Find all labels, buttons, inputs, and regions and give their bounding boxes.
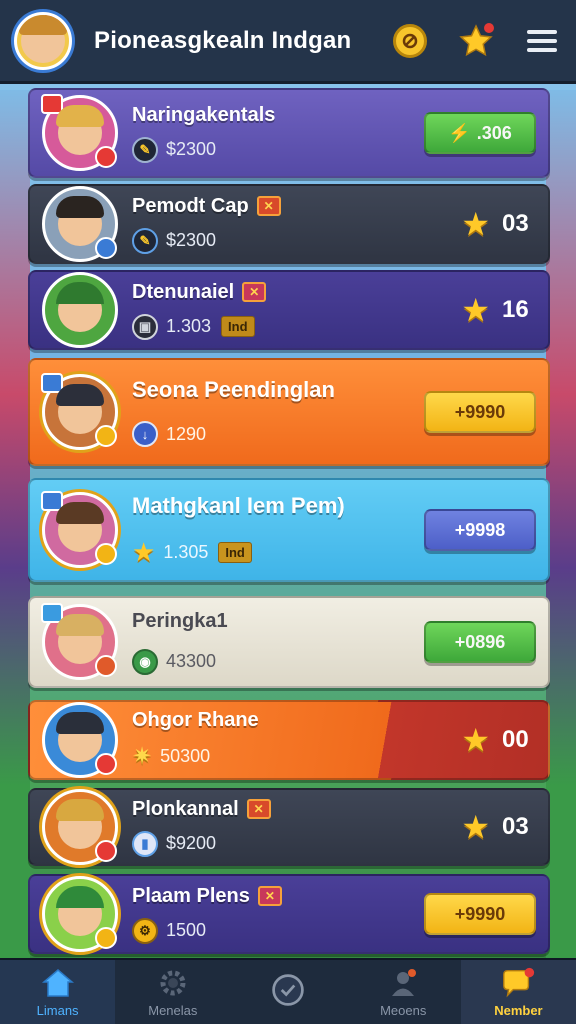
lightning-icon: ⚡ <box>448 122 471 143</box>
player-value: 1500 <box>166 920 207 940</box>
player-portrait <box>42 702 118 778</box>
list-item[interactable]: Pemodt Cap ✕ ✎ $2300 ★ 03 <box>28 184 550 264</box>
check-circle-icon <box>270 974 306 1006</box>
player-portrait <box>41 603 118 680</box>
list-item[interactable]: Plaam Plens ✕ ⚙ 1500 +9990 <box>28 874 550 954</box>
star-icon: ★ <box>132 536 156 567</box>
player-portrait <box>41 94 118 171</box>
chat-badge-icon <box>500 967 536 999</box>
player-value: $2300 <box>166 230 217 250</box>
player-portrait <box>42 272 118 348</box>
player-name: Peringka1 <box>132 609 228 632</box>
flag-icon: ✕ <box>257 886 282 906</box>
list-item[interactable]: Mathgkanl Iem Pem) ★ 1.305 Ind +9998 <box>28 478 550 582</box>
player-name: Ohgor Rhane <box>132 709 259 731</box>
list-item[interactable]: Seona Peendinglan ↓ 1290 +9990 <box>28 358 550 466</box>
list-item[interactable]: Plonkannal ✕ ▮ $9200 ★ 03 <box>28 788 550 866</box>
action-button[interactable]: +9990 <box>424 391 536 433</box>
medal-icon: ⚙ <box>132 917 158 944</box>
nav-item-member[interactable]: Nember <box>460 960 576 1024</box>
player-value: $9200 <box>166 833 217 853</box>
gear-icon <box>155 967 191 999</box>
star-score: ★ 16 <box>461 292 529 328</box>
team-chip: Ind <box>218 541 252 563</box>
card-icon: ▮ <box>132 830 158 857</box>
star-icon: ★ <box>461 206 490 242</box>
player-name: Dtenunaiel <box>132 280 235 303</box>
player-value: $2300 <box>166 139 217 159</box>
stadium-right-decor <box>546 90 576 960</box>
nav-item-home[interactable]: Limans <box>0 960 116 1024</box>
action-button[interactable]: +9990 <box>424 893 536 935</box>
notification-dot <box>482 20 496 35</box>
avatar[interactable] <box>14 11 72 70</box>
star-icon: ★ <box>461 722 490 758</box>
player-value: 1.305 <box>163 541 209 562</box>
player-value: 1.303 <box>166 316 212 336</box>
list-item[interactable]: Ohgor Rhane ✷ 50300 ★ 00 <box>28 700 550 780</box>
nav-item-messages[interactable]: Meoens <box>346 960 461 1024</box>
star-score: ★ 03 <box>461 809 529 845</box>
player-portrait <box>42 186 118 262</box>
stadium-left-decor <box>0 90 30 960</box>
action-button[interactable]: +9998 <box>424 509 536 551</box>
star-icon: ★ <box>461 292 490 328</box>
bat-icon: ✎ <box>132 136 158 163</box>
player-name: Seona Peendinglan <box>132 377 335 402</box>
leaf-icon: ◉ <box>132 648 158 675</box>
player-name: Plaam Plens <box>132 884 250 907</box>
home-icon <box>40 967 76 999</box>
nav-item-center[interactable] <box>230 960 345 1024</box>
team-chip: Ind <box>221 316 255 337</box>
star-icon: ★ <box>461 809 490 845</box>
flag-icon: ✕ <box>256 196 281 216</box>
player-value: 1290 <box>166 423 207 444</box>
top-bar: Pioneasgkealn Indgan <box>0 0 576 84</box>
flag-icon: ✕ <box>246 799 271 819</box>
action-button[interactable]: ⚡ .306 <box>424 112 536 154</box>
star-score: ★ 03 <box>461 206 529 242</box>
medal-icon: ✷ <box>132 743 153 770</box>
star-score: ★ 00 <box>461 722 529 758</box>
player-value: 43300 <box>166 651 217 671</box>
flag-icon: ✕ <box>242 282 267 302</box>
nav-item-settings[interactable]: Menelas <box>115 960 230 1024</box>
coin-button[interactable] <box>390 21 430 61</box>
app-title: Pioneasgkealn Indgan <box>94 26 352 54</box>
player-name: Pemodt Cap <box>132 194 249 217</box>
bolt-icon: ↓ <box>132 421 158 447</box>
player-portrait <box>42 876 118 952</box>
list-item[interactable]: Peringka1 ◉ 43300 +0896 <box>28 596 550 688</box>
player-name: Plonkannal <box>132 797 239 820</box>
coin-icon <box>393 23 427 58</box>
list-item[interactable]: Dtenunaiel ✕ ▣ 1.303 Ind ★ 16 <box>28 270 550 350</box>
star-button[interactable] <box>456 20 496 61</box>
player-value: 50300 <box>160 746 211 766</box>
bottom-nav: Limans Menelas Meoens Nember <box>0 958 576 1024</box>
player-name: Naringakentals <box>132 103 276 126</box>
person-icon <box>385 967 421 999</box>
action-button[interactable]: +0896 <box>424 621 536 663</box>
hat-icon: ▣ <box>132 313 158 340</box>
player-name: Mathgkanl Iem Pem) <box>132 492 345 518</box>
player-portrait <box>42 789 118 865</box>
player-portrait <box>41 491 118 568</box>
menu-icon[interactable] <box>522 21 562 61</box>
list-item[interactable]: Naringakentals ✎ $2300 ⚡ .306 <box>28 88 550 178</box>
player-portrait <box>41 373 118 450</box>
bat-icon: ✎ <box>132 227 158 254</box>
